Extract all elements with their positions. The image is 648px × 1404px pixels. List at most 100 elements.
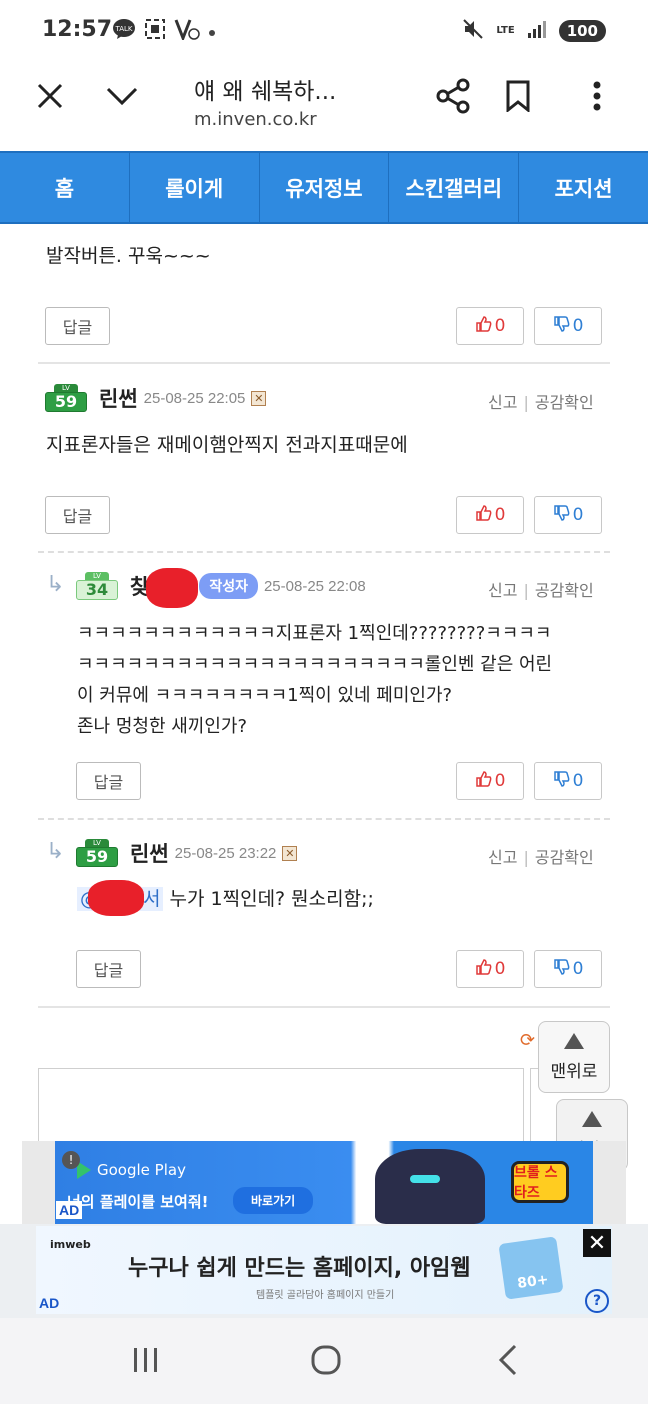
scroll-to-top-button[interactable]: 맨위로 [538,1021,610,1093]
comment-date: 25-08-25 22:05 [143,389,246,407]
web-ad-banner[interactable]: imweb 누구나 쉽게 만드는 홈페이지, 아임웹 템플릿 골라담아 홈페이지… [0,1224,648,1318]
nav-skin-gallery[interactable]: 스킨갤러리 [389,153,520,222]
like-button[interactable]: 0 [456,307,524,345]
bookmark-icon [505,80,531,116]
system-status-icons: LTE 100 [462,18,606,44]
svg-text:TALK: TALK [114,25,132,33]
reply-button[interactable]: 답글 [76,762,141,800]
comment-line: ㅋㅋㅋㅋㅋㅋㅋㅋㅋㅋㅋㅋ지표론자 1찍인데????????ㅋㅋㅋㅋ [77,623,552,644]
like-count: 0 [494,505,506,525]
v-icon [174,18,200,44]
reply-button[interactable]: 답글 [45,307,110,345]
like-count: 0 [494,959,506,979]
level-badge: LV 59 [76,839,118,867]
reply-arrow-icon: ↳ [46,572,65,597]
nickname[interactable]: 린썬 [130,838,169,868]
report-link[interactable]: 신고 [488,393,517,412]
nav-home[interactable]: 홈 [0,153,130,222]
comment-divider [38,1006,610,1008]
level-number: 59 [45,392,87,412]
separator: | [523,581,529,600]
browser-toolbar: 얘 왜 쉐복하... m.inven.co.kr [0,64,648,148]
reply-button[interactable]: 답글 [76,950,141,988]
game-character-image [375,1149,485,1224]
share-icon [435,78,471,118]
system-nav-bar [0,1318,648,1404]
more-button[interactable] [577,78,617,118]
nav-position[interactable]: 포지션 [519,153,648,222]
game-ad-creative[interactable]: Google Play 너의 플레이를 보여줘! 바로가기 브롤 스타즈 [55,1141,593,1224]
share-button[interactable] [433,78,473,118]
close-ad-button[interactable]: ✕ [583,1229,611,1257]
author-badge: 작성자 [199,573,258,599]
like-count: 0 [494,316,506,336]
recents-icon [131,1346,161,1378]
dislike-button[interactable]: 0 [534,950,602,988]
home-button[interactable] [306,1344,346,1380]
ad-text: 너의 플레이를 보여줘! [67,1193,209,1211]
minimize-button[interactable] [102,78,142,118]
comment-text: 발작버튼. 꾸욱~~~ [46,245,211,267]
ad-brand: imweb [50,1238,91,1251]
back-button[interactable] [488,1344,528,1380]
comment-input[interactable] [38,1068,524,1144]
to-top-label: 맨위로 [550,1061,598,1082]
comment-date: 25-08-25 23:22 [174,844,277,862]
reply-arrow-icon: ↳ [46,839,65,864]
reply-button[interactable]: 답글 [45,496,110,534]
ad-help-icon[interactable]: ? [585,1289,609,1313]
arrow-up-icon [582,1110,602,1127]
close-tab-button[interactable] [30,78,70,118]
mute-icon [462,18,484,44]
like-count: 0 [494,771,506,791]
nav-lol-board[interactable]: 롤이게 [130,153,260,222]
report-link[interactable]: 신고 [488,581,517,600]
thumb-up-icon [475,315,493,338]
nickname[interactable]: 린썬 [99,383,138,413]
template-graphic: 80+ [498,1236,564,1300]
block-user-icon[interactable]: ✕ [282,845,298,861]
dislike-button[interactable]: 0 [534,307,602,345]
thumb-up-icon [475,504,493,527]
comment-actions: 신고 | 공감확인 [488,577,594,601]
like-button[interactable]: 0 [456,762,524,800]
comment-header: LV 59 린썬 25-08-25 22:05 ✕ [45,380,267,416]
comment-divider [38,362,610,364]
like-check-link[interactable]: 공감확인 [535,848,594,867]
nav-user-info[interactable]: 유저정보 [260,153,390,222]
dot-icon [208,22,216,41]
bookmark-button[interactable] [498,78,538,118]
separator: | [523,848,529,867]
report-link[interactable]: 신고 [488,848,517,867]
dislike-button[interactable]: 0 [534,762,602,800]
block-user-icon[interactable]: ✕ [251,390,267,406]
ad-cta-button[interactable]: 바로가기 [233,1187,314,1214]
comment-text: 지표론자들은 재메이햄안찍지 전과지표때문에 [46,434,408,456]
like-button[interactable]: 0 [456,496,524,534]
like-check-link[interactable]: 공감확인 [535,581,594,600]
game-ad-banner[interactable]: Google Play 너의 플레이를 보여줘! 바로가기 브롤 스타즈 ! A… [22,1141,626,1224]
character-visor [410,1175,440,1183]
comment-divider [38,551,610,553]
comment-date: 25-08-25 22:08 [263,577,366,595]
chevron-down-icon [105,85,139,111]
redaction-mark [88,880,144,916]
site-nav: 홈 롤이게 유저정보 스킨갤러리 포지션 [0,151,648,224]
refresh-icon[interactable]: ⟳ [520,1030,535,1051]
thumb-down-icon [553,504,571,527]
comment-header: LV 59 린썬 25-08-25 23:22 ✕ [76,835,298,871]
dislike-button[interactable]: 0 [534,496,602,534]
comment-line: 존나 멍청한 새끼인가? [77,716,248,737]
comment-line: 이 커뮤에 ㅋㅋㅋㅋㅋㅋㅋㅋ1찍이 있네 페미인가? [77,685,453,706]
thumb-up-icon [475,770,493,793]
web-ad-creative[interactable]: imweb 누구나 쉽게 만드는 홈페이지, 아임웹 템플릿 골라담아 홈페이지… [36,1226,612,1314]
ad-info-icon[interactable]: ! [62,1151,80,1169]
recents-button[interactable] [126,1344,166,1380]
notification-icons: TALK [112,18,216,44]
dislike-count: 0 [572,316,584,336]
mention-tail: 서 [143,888,161,910]
like-button[interactable]: 0 [456,950,524,988]
home-icon [310,1344,342,1380]
comment-actions: 신고 | 공감확인 [488,844,594,868]
like-check-link[interactable]: 공감확인 [535,393,594,412]
